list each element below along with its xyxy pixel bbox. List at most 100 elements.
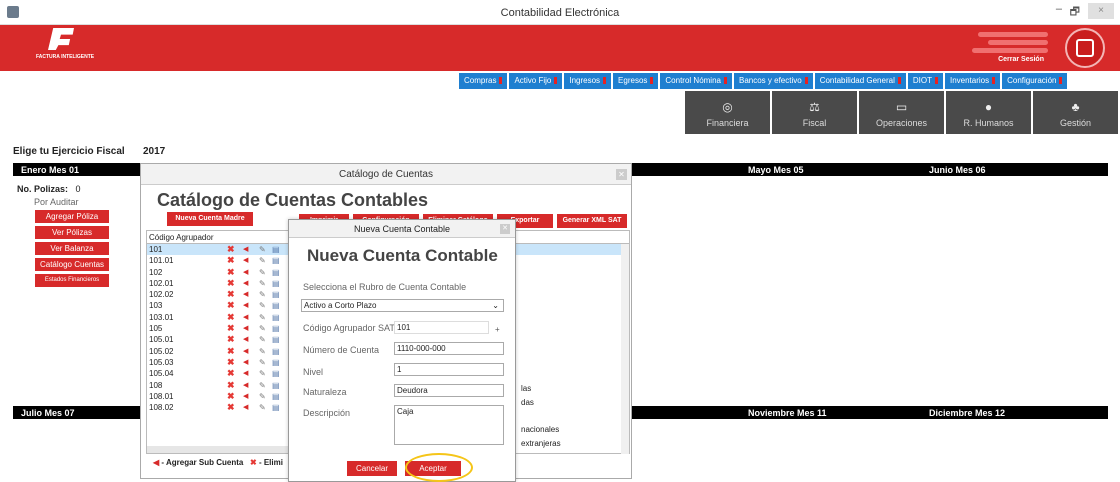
month-julio[interactable]: Julio Mes 07	[21, 408, 75, 418]
edit-icon[interactable]: ✎	[259, 391, 266, 402]
close-window-button[interactable]: ×	[1088, 3, 1114, 19]
document-icon[interactable]: ▤	[272, 391, 280, 402]
module-operaciones[interactable]: ▭ Operaciones	[859, 91, 944, 134]
view-polizas-button[interactable]: Ver Pólizas	[35, 226, 109, 239]
edit-icon[interactable]: ✎	[259, 289, 266, 300]
account-catalog-button[interactable]: Catálogo Cuentas	[35, 258, 109, 271]
month-noviembre[interactable]: Noviembre Mes 11	[748, 408, 827, 418]
edit-icon[interactable]: ✎	[259, 368, 266, 379]
add-sub-icon[interactable]: ◀	[243, 267, 248, 278]
edit-icon[interactable]: ✎	[259, 278, 266, 289]
minimize-button[interactable]: –	[1056, 3, 1062, 15]
descripcion-field[interactable]: Caja	[394, 405, 504, 445]
delete-icon[interactable]: ✖	[227, 267, 235, 278]
delete-icon[interactable]: ✖	[227, 300, 235, 311]
fiscal-year-value[interactable]: 2017	[143, 146, 165, 157]
new-account-close-button[interactable]: ✕	[500, 224, 510, 234]
nav-egresos[interactable]: Egresos	[613, 73, 659, 89]
edit-icon[interactable]: ✎	[259, 312, 266, 323]
delete-icon[interactable]: ✖	[227, 357, 235, 368]
edit-icon[interactable]: ✎	[259, 334, 266, 345]
edit-icon[interactable]: ✎	[259, 402, 266, 413]
edit-icon[interactable]: ✎	[259, 323, 266, 334]
delete-icon[interactable]: ✖	[227, 312, 235, 323]
cancel-button[interactable]: Cancelar	[347, 461, 397, 476]
add-code-button[interactable]: +	[495, 325, 500, 334]
document-icon[interactable]: ▤	[272, 300, 280, 311]
module-gesti-n[interactable]: ♣ Gestión	[1033, 91, 1118, 134]
document-icon[interactable]: ▤	[272, 267, 280, 278]
numero-cuenta-field[interactable]: 1110-000-000	[394, 342, 504, 355]
add-sub-icon[interactable]: ◀	[243, 300, 248, 311]
document-icon[interactable]: ▤	[272, 244, 280, 255]
add-sub-icon[interactable]: ◀	[243, 323, 248, 334]
module-fiscal[interactable]: ⚖ Fiscal	[772, 91, 857, 134]
document-icon[interactable]: ▤	[272, 346, 280, 357]
add-sub-icon[interactable]: ◀	[243, 380, 248, 391]
add-sub-icon[interactable]: ◀	[243, 289, 248, 300]
module-financiera[interactable]: ◎ Financiera	[685, 91, 770, 134]
horizontal-scrollbar[interactable]	[147, 446, 289, 453]
month-enero[interactable]: Enero Mes 01	[21, 165, 79, 175]
delete-icon[interactable]: ✖	[227, 391, 235, 402]
document-icon[interactable]: ▤	[272, 255, 280, 266]
document-icon[interactable]: ▤	[272, 334, 280, 345]
maximize-button[interactable]: 🗗	[1070, 3, 1080, 22]
edit-icon[interactable]: ✎	[259, 267, 266, 278]
add-sub-icon[interactable]: ◀	[243, 402, 248, 413]
add-sub-icon[interactable]: ◀	[243, 334, 248, 345]
nivel-field[interactable]: 1	[394, 363, 504, 376]
document-icon[interactable]: ▤	[272, 312, 280, 323]
nav-activo-fijo[interactable]: Activo Fijo	[509, 73, 563, 89]
nav-contabilidad-general[interactable]: Contabilidad General	[814, 73, 906, 89]
month-mayo[interactable]: Mayo Mes 05	[748, 165, 804, 175]
vertical-scrollbar[interactable]	[621, 244, 629, 454]
edit-icon[interactable]: ✎	[259, 300, 266, 311]
nav-bancos-y-efectivo[interactable]: Bancos y efectivo	[733, 73, 813, 89]
financial-statements-button[interactable]: Estados Financieros	[35, 274, 109, 287]
delete-icon[interactable]: ✖	[227, 402, 235, 413]
edit-icon[interactable]: ✎	[259, 380, 266, 391]
new-mother-account-button[interactable]: Nueva Cuenta Madre	[167, 212, 253, 226]
document-icon[interactable]: ▤	[272, 289, 280, 300]
delete-icon[interactable]: ✖	[227, 289, 235, 300]
nav-control-n-mina[interactable]: Control Nómina	[660, 73, 732, 89]
document-icon[interactable]: ▤	[272, 357, 280, 368]
add-sub-icon[interactable]: ◀	[243, 391, 248, 402]
delete-icon[interactable]: ✖	[227, 346, 235, 357]
add-sub-icon[interactable]: ◀	[243, 278, 248, 289]
add-sub-icon[interactable]: ◀	[243, 346, 248, 357]
document-icon[interactable]: ▤	[272, 323, 280, 334]
edit-icon[interactable]: ✎	[259, 255, 266, 266]
rubro-select[interactable]: Activo a Corto Plazo ⌄	[301, 299, 504, 312]
avatar[interactable]	[1065, 28, 1105, 68]
catalog-close-button[interactable]: ✕	[616, 169, 627, 180]
delete-icon[interactable]: ✖	[227, 368, 235, 379]
nav-ingresos[interactable]: Ingresos	[564, 73, 612, 89]
delete-icon[interactable]: ✖	[227, 255, 235, 266]
month-diciembre[interactable]: Diciembre Mes 12	[929, 408, 1005, 418]
add-sub-icon[interactable]: ◀	[243, 255, 248, 266]
naturaleza-field[interactable]: Deudora	[394, 384, 504, 397]
document-icon[interactable]: ▤	[272, 380, 280, 391]
generate-xml-button[interactable]: Generar XML SAT	[557, 214, 627, 228]
add-sub-icon[interactable]: ◀	[243, 368, 248, 379]
delete-icon[interactable]: ✖	[227, 334, 235, 345]
edit-icon[interactable]: ✎	[259, 346, 266, 357]
codigo-field[interactable]: 101	[394, 321, 489, 334]
nav-configuraci-n[interactable]: Configuración	[1002, 73, 1068, 89]
add-sub-icon[interactable]: ◀	[243, 312, 248, 323]
document-icon[interactable]: ▤	[272, 368, 280, 379]
document-icon[interactable]: ▤	[272, 402, 280, 413]
delete-icon[interactable]: ✖	[227, 323, 235, 334]
module-r-humanos[interactable]: ● R. Humanos	[946, 91, 1031, 134]
edit-icon[interactable]: ✎	[259, 357, 266, 368]
nav-diot[interactable]: DIOT	[907, 73, 943, 89]
delete-icon[interactable]: ✖	[227, 244, 235, 255]
nav-inventarios[interactable]: Inventarios	[944, 73, 1001, 89]
delete-icon[interactable]: ✖	[227, 278, 235, 289]
edit-icon[interactable]: ✎	[259, 244, 266, 255]
document-icon[interactable]: ▤	[272, 278, 280, 289]
delete-icon[interactable]: ✖	[227, 380, 235, 391]
add-poliza-button[interactable]: Agregar Póliza	[35, 210, 109, 223]
